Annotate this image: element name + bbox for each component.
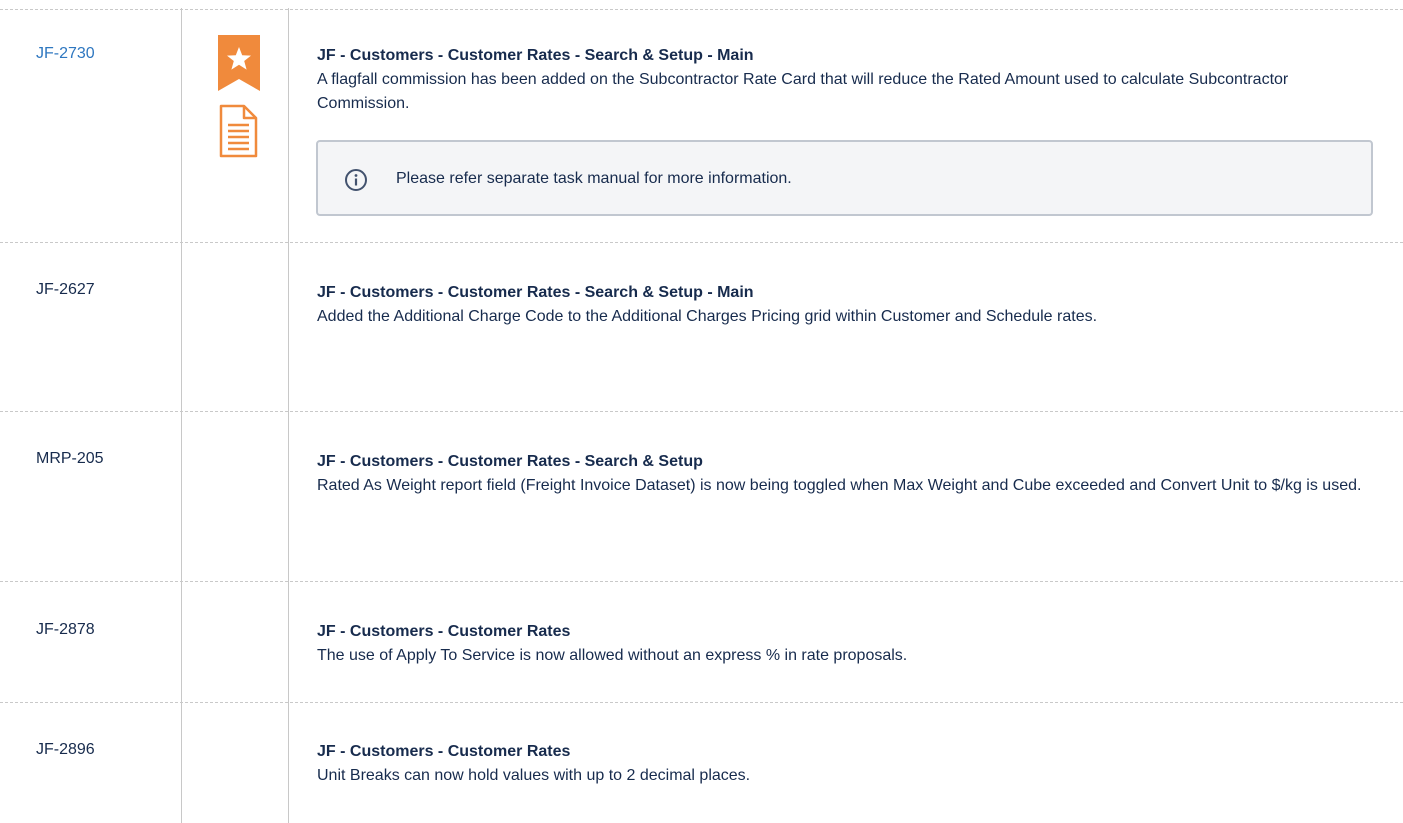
release-notes-table: JF-2730 JF - Customers - Customer Rates … <box>0 0 1403 823</box>
issue-title: JF - Customers - Customer Rates - Search… <box>317 47 754 64</box>
info-message: Please refer separate task manual for mo… <box>396 170 792 187</box>
issue-text: Rated As Weight report field (Freight In… <box>317 477 1362 494</box>
issue-id-cell: JF-2730 <box>36 44 95 64</box>
issue-title: JF - Customers - Customer Rates - Search… <box>317 284 754 301</box>
issue-text: Added the Additional Charge Code to the … <box>317 308 1098 325</box>
info-icon <box>345 169 367 191</box>
table-row: JF-2896 JF - Customers - Customer Rates … <box>0 702 1403 823</box>
issue-text: A flagfall commission has been added on … <box>317 71 1289 112</box>
issue-id-cell: JF-2878 <box>36 621 95 638</box>
issue-description: JF - Customers - Customer Rates - Search… <box>317 281 1383 329</box>
issue-description: JF - Customers - Customer Rates The use … <box>317 620 1383 668</box>
document-icon <box>219 104 258 158</box>
star-bookmark-icon <box>218 35 260 91</box>
table-row: JF-2878 JF - Customers - Customer Rates … <box>0 581 1403 702</box>
issue-title: JF - Customers - Customer Rates - Search… <box>317 453 703 470</box>
issue-id-cell: JF-2627 <box>36 281 95 298</box>
issue-id-cell: JF-2896 <box>36 741 95 758</box>
table-row: JF-2730 JF - Customers - Customer Rates … <box>0 9 1403 242</box>
issue-id-cell: MRP-205 <box>36 450 104 467</box>
issue-description: JF - Customers - Customer Rates Unit Bre… <box>317 740 1383 788</box>
issue-text: Unit Breaks can now hold values with up … <box>317 767 751 784</box>
issue-description: JF - Customers - Customer Rates - Search… <box>317 450 1383 498</box>
issue-title: JF - Customers - Customer Rates <box>317 623 571 640</box>
table-row: MRP-205 JF - Customers - Customer Rates … <box>0 411 1403 581</box>
issue-title: JF - Customers - Customer Rates <box>317 743 571 760</box>
info-panel: Please refer separate task manual for mo… <box>316 140 1373 216</box>
table-row: JF-2627 JF - Customers - Customer Rates … <box>0 242 1403 411</box>
issue-icons <box>216 35 262 159</box>
issue-text: The use of Apply To Service is now allow… <box>317 647 908 664</box>
issue-link[interactable]: JF-2730 <box>36 45 95 62</box>
issue-description: JF - Customers - Customer Rates - Search… <box>317 44 1383 116</box>
